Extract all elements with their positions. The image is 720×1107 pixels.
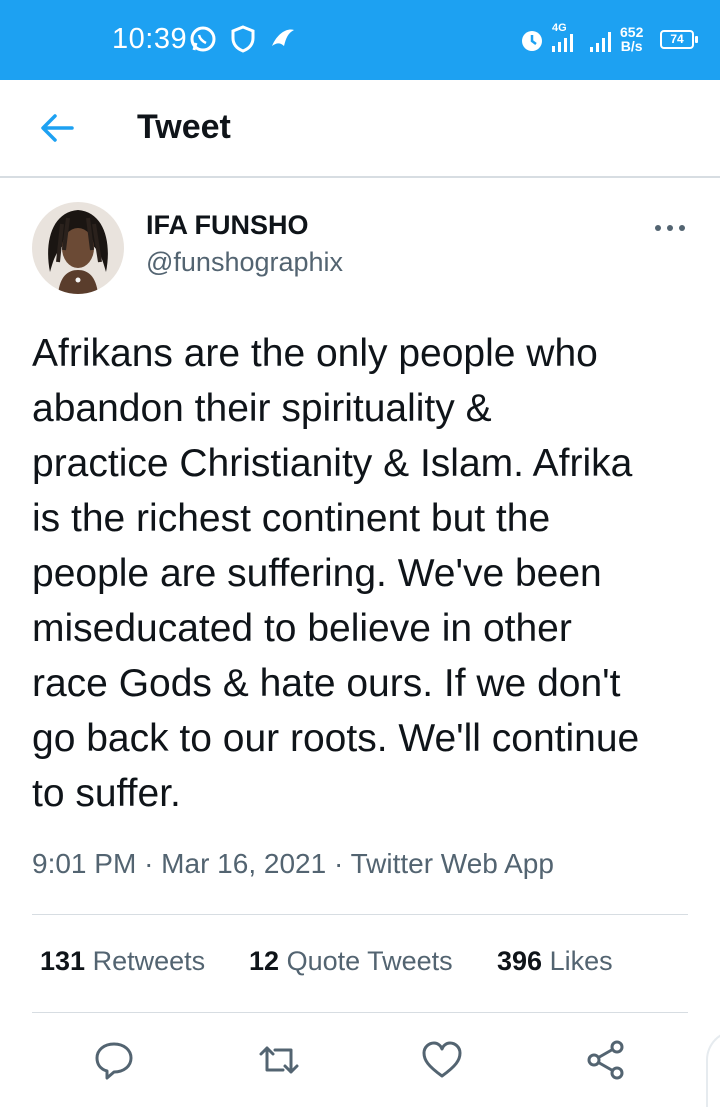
tweet-text-line: abandon their spirituality & (32, 387, 492, 430)
signal-icon (590, 32, 616, 57)
retweet-button[interactable] (255, 1036, 303, 1084)
share-icon (587, 1040, 624, 1080)
more-options-button[interactable] (652, 218, 688, 238)
quote-tweets-count: 12 (249, 946, 280, 976)
retweets-label: Retweets (92, 946, 206, 976)
network-type: 4G (552, 22, 567, 34)
likes-label: Likes (549, 946, 613, 976)
tweet-meta: 9:01 PM · Mar 16, 2021 · Twitter Web App (32, 848, 554, 880)
quote-tweets-label: Quote Tweets (286, 946, 453, 976)
reply-button[interactable] (90, 1036, 138, 1084)
tweet-text-line: miseducated to believe in other (32, 607, 572, 650)
tweet-source[interactable]: Twitter Web App (351, 848, 554, 879)
speed-unit: B/s (620, 38, 643, 54)
tweet-text-line: go back to our roots. We'll continue (32, 717, 640, 760)
battery-indicator: 74 (660, 30, 698, 49)
retweets-stat[interactable]: 131 Retweets (40, 946, 205, 977)
status-time: 10:39 (112, 23, 188, 55)
bird-icon (268, 24, 296, 59)
tweet-text-line: Afrikans are the only people who (32, 332, 598, 375)
tweet-text: Afrikans are the only people who abandon… (32, 326, 702, 821)
meta-separator: · (144, 848, 154, 879)
divider (32, 914, 688, 915)
like-icon (422, 1041, 462, 1078)
reply-icon (95, 1042, 133, 1080)
retweet-icon (259, 1046, 299, 1074)
floating-button-edge[interactable] (706, 1030, 720, 1107)
header-bar: Tweet (0, 80, 720, 178)
tweet-text-line: people are suffering. We've been (32, 552, 602, 595)
more-icon (655, 225, 685, 231)
likes-count: 396 (497, 946, 543, 976)
author-handle[interactable]: @funshographix (146, 247, 343, 278)
signal-icon (552, 34, 578, 57)
page-title: Tweet (137, 108, 231, 146)
tweet-text-line: to suffer. (32, 772, 181, 815)
meta-separator: · (333, 848, 344, 879)
divider (32, 1012, 688, 1013)
network-speed: 652 B/s (620, 25, 643, 53)
alarm-icon (518, 26, 546, 59)
tweet-text-line: is the richest continent but the (32, 497, 551, 540)
like-button[interactable] (418, 1036, 466, 1084)
tweet-text-line: race Gods & hate ours. If we don't (32, 662, 621, 705)
arrow-left-icon (41, 114, 74, 142)
avatar[interactable] (32, 202, 124, 294)
likes-stat[interactable]: 396 Likes (497, 946, 613, 977)
quote-tweets-stat[interactable]: 12 Quote Tweets (249, 946, 453, 977)
whatsapp-icon (188, 24, 218, 59)
tweet-text-line: practice Christianity & Islam. Afrika (32, 442, 633, 485)
back-button[interactable] (38, 110, 78, 146)
retweets-count: 131 (40, 946, 86, 976)
shield-icon (230, 24, 256, 59)
tweet-time[interactable]: 9:01 PM (32, 848, 136, 879)
author-name[interactable]: IFA FUNSHO (146, 210, 309, 241)
share-button[interactable] (582, 1036, 630, 1084)
status-bar: 10:39 4G 652 B/s 74 (0, 0, 720, 80)
tweet-date[interactable]: Mar 16, 2021 (161, 848, 326, 879)
